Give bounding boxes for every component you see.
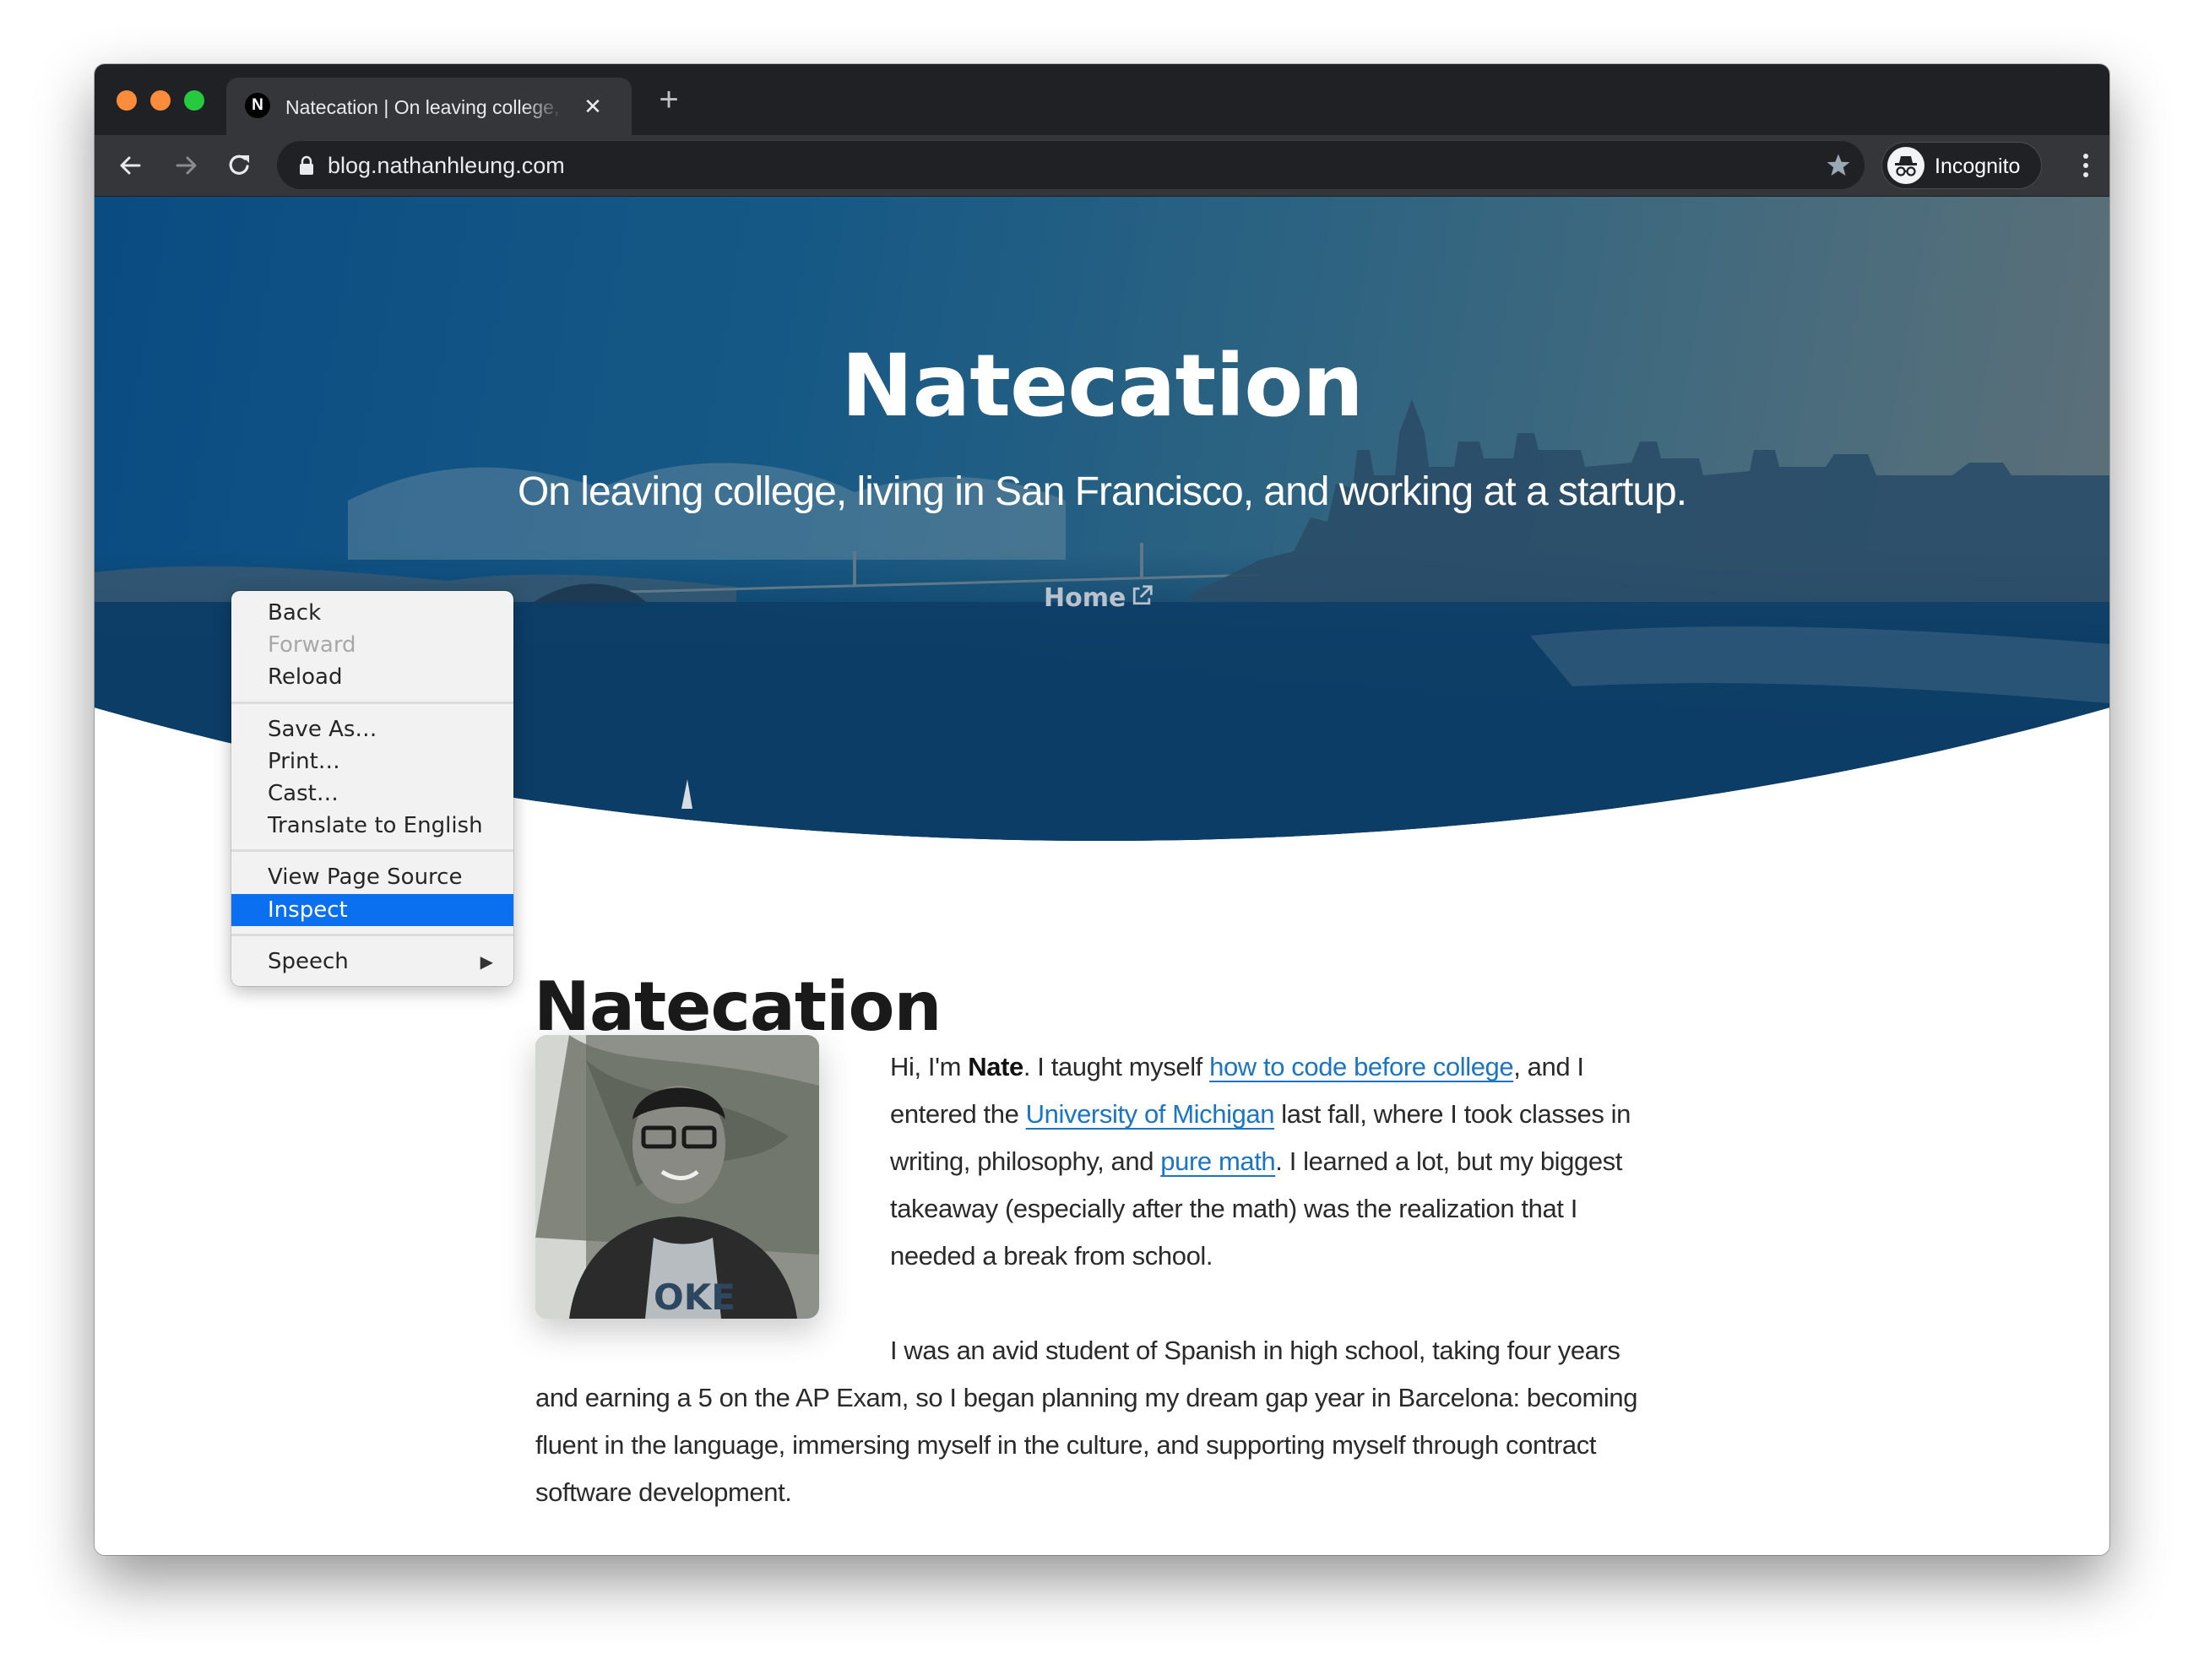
context-menu: Back Forward Reload Save As… Print… Cast… bbox=[231, 591, 513, 986]
window-minimize-button[interactable] bbox=[150, 90, 171, 111]
menu-separator bbox=[231, 934, 513, 936]
arrow-right-icon bbox=[176, 156, 197, 175]
tab-strip: N Natecation | On leaving college, livin… bbox=[95, 64, 2109, 135]
hero-title: Natecation bbox=[841, 336, 1364, 436]
text-run: . I taught myself bbox=[1023, 1052, 1210, 1081]
menu-item-speech[interactable]: Speech ▶ bbox=[231, 946, 513, 978]
menu-item-back[interactable]: Back bbox=[231, 597, 513, 629]
incognito-label: Incognito bbox=[1935, 154, 2021, 178]
menu-item-save-as[interactable]: Save As… bbox=[231, 713, 513, 745]
svg-text:OKE: OKE bbox=[654, 1276, 736, 1318]
home-link-label: Home bbox=[1044, 583, 1126, 613]
menu-item-view-page-source[interactable]: View Page Source bbox=[231, 861, 513, 893]
close-tab-icon[interactable]: ✕ bbox=[579, 93, 606, 120]
arrow-left-icon bbox=[120, 156, 141, 175]
toolbar: blog.nathanhleung.com Incognito bbox=[95, 135, 2109, 197]
home-link[interactable]: Home bbox=[1044, 582, 1154, 615]
tab-title: Natecation | On leaving college, living … bbox=[285, 96, 564, 118]
back-button[interactable] bbox=[114, 149, 148, 182]
lock-icon bbox=[300, 155, 313, 175]
spanish-paragraph: I was an avid student of Spanish in high… bbox=[535, 1336, 1638, 1507]
menu-item-cast[interactable]: Cast… bbox=[231, 778, 513, 810]
menu-item-speech-label: Speech bbox=[268, 949, 349, 974]
menu-separator bbox=[231, 849, 513, 852]
browser-menu-kebab-icon[interactable] bbox=[2071, 150, 2101, 181]
submenu-arrow-icon: ▶ bbox=[480, 951, 493, 972]
author-photo-image: OKE bbox=[535, 1035, 819, 1319]
bookmark-star-icon[interactable] bbox=[1824, 151, 1853, 180]
external-link-icon bbox=[1133, 585, 1153, 605]
reload-button[interactable] bbox=[223, 149, 257, 182]
author-photo: OKE bbox=[535, 1035, 819, 1319]
menu-item-inspect[interactable]: Inspect bbox=[231, 894, 513, 926]
incognito-profile-button[interactable]: Incognito bbox=[1881, 142, 2042, 189]
university-of-michigan-link[interactable]: University of Michigan bbox=[1026, 1099, 1275, 1129]
reload-icon bbox=[229, 154, 249, 175]
menu-item-print[interactable]: Print… bbox=[231, 745, 513, 778]
url-text[interactable]: blog.nathanhleung.com bbox=[328, 152, 565, 179]
text-run: Hi, I'm bbox=[890, 1052, 969, 1081]
address-bar[interactable]: blog.nathanhleung.com bbox=[277, 141, 1865, 189]
pure-math-link[interactable]: pure math bbox=[1160, 1146, 1275, 1176]
how-to-code-link[interactable]: how to code before college bbox=[1209, 1052, 1514, 1081]
window-close-button[interactable] bbox=[117, 90, 137, 111]
menu-separator bbox=[231, 702, 513, 704]
window-maximize-button[interactable] bbox=[184, 90, 204, 111]
author-name: Nate bbox=[968, 1052, 1023, 1081]
incognito-icon bbox=[1887, 147, 1924, 184]
tab-natecation[interactable]: N Natecation | On leaving college, livin… bbox=[226, 78, 632, 135]
menu-item-forward: Forward bbox=[268, 632, 356, 658]
forward-button[interactable] bbox=[169, 149, 203, 182]
menu-item-translate[interactable]: Translate to English bbox=[231, 810, 513, 842]
intro-paragraph: Hi, I'm Nate. I taught myself how to cod… bbox=[890, 1043, 1667, 1280]
menu-item-reload[interactable]: Reload bbox=[231, 661, 513, 693]
hero-subtitle: On leaving college, living in San Franci… bbox=[517, 469, 1687, 514]
new-tab-button[interactable]: + bbox=[652, 83, 686, 117]
favicon-icon: N bbox=[245, 93, 270, 118]
